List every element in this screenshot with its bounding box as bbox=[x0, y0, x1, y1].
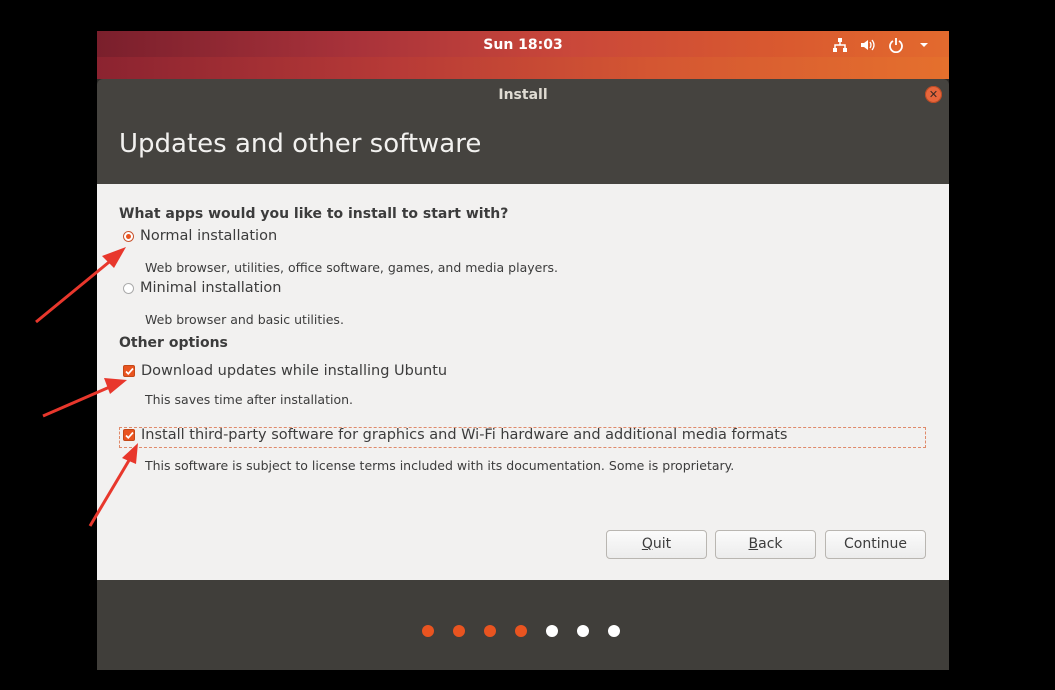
download-updates-checkbox[interactable]: Download updates while installing Ubuntu bbox=[123, 363, 447, 379]
minimal-installation-description: Web browser and basic utilities. bbox=[145, 312, 344, 327]
volume-icon[interactable] bbox=[859, 36, 877, 54]
progress-dot-pending bbox=[546, 625, 558, 637]
back-button[interactable]: Back bbox=[715, 530, 816, 559]
minimal-installation-radio[interactable]: Minimal installation bbox=[123, 280, 281, 296]
page-title: Updates and other software bbox=[119, 129, 482, 159]
progress-dot-pending bbox=[577, 625, 589, 637]
download-updates-description: This saves time after installation. bbox=[145, 392, 354, 407]
progress-dot-complete bbox=[515, 625, 527, 637]
page-header: Updates and other software bbox=[97, 111, 949, 184]
network-icon[interactable] bbox=[831, 36, 849, 54]
radio-unselected-icon[interactable] bbox=[123, 282, 134, 294]
radio-selected-icon[interactable] bbox=[123, 230, 134, 242]
power-icon[interactable] bbox=[887, 36, 905, 54]
checkbox-checked-icon[interactable] bbox=[123, 429, 135, 441]
window-title: Install bbox=[498, 87, 548, 103]
progress-dot-complete bbox=[422, 625, 434, 637]
chevron-down-icon[interactable] bbox=[915, 36, 933, 54]
checkbox-checked-icon[interactable] bbox=[123, 365, 135, 377]
progress-dot-complete bbox=[453, 625, 465, 637]
progress-dots bbox=[422, 625, 620, 637]
close-button[interactable]: ✕ bbox=[925, 86, 942, 103]
system-tray[interactable] bbox=[831, 35, 933, 55]
clock[interactable]: Sun 18:03 bbox=[97, 31, 949, 59]
third-party-software-checkbox[interactable]: Install third-party software for graphic… bbox=[123, 427, 787, 443]
normal-installation-radio[interactable]: Normal installation bbox=[123, 228, 277, 244]
progress-footer bbox=[97, 580, 949, 670]
desktop-screen: Sun 18:03 Install ✕ Updates and other so… bbox=[97, 31, 949, 670]
installer-window: Install ✕ Updates and other software Wha… bbox=[97, 79, 949, 670]
progress-dot-pending bbox=[608, 625, 620, 637]
content-panel: What apps would you like to install to s… bbox=[97, 184, 949, 580]
quit-button[interactable]: Quit bbox=[606, 530, 707, 559]
continue-button[interactable]: Continue bbox=[825, 530, 926, 559]
third-party-software-description: This software is subject to license term… bbox=[145, 458, 735, 473]
apps-question: What apps would you like to install to s… bbox=[119, 206, 509, 222]
normal-installation-description: Web browser, utilities, office software,… bbox=[145, 260, 558, 275]
top-panel: Sun 18:03 bbox=[97, 31, 949, 79]
close-icon: ✕ bbox=[928, 88, 939, 101]
other-options-heading: Other options bbox=[119, 335, 228, 351]
progress-dot-complete bbox=[484, 625, 496, 637]
